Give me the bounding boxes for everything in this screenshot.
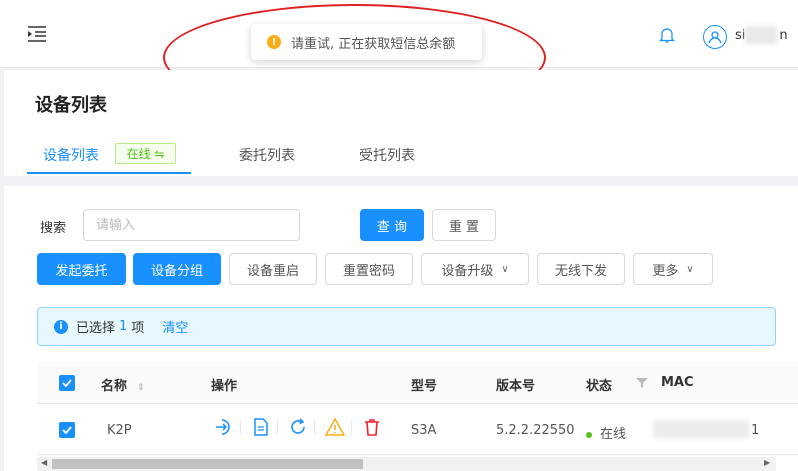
chevron-down-icon: ∨ <box>686 263 694 275</box>
username-prefix: si <box>735 28 746 43</box>
selection-prefix: 已选择 <box>76 321 116 336</box>
divider <box>240 420 241 434</box>
login-icon[interactable] <box>214 417 234 437</box>
warning-icon: ! <box>267 35 281 49</box>
selection-alert: i 已选择 1 项 清空 <box>37 307 776 346</box>
divider <box>277 420 278 434</box>
toast-message: 请重试, 正在获取短信总余额 <box>291 36 456 52</box>
upgrade-label: 设备升级 <box>441 263 494 279</box>
status-dot <box>586 431 592 438</box>
scroll-left-icon[interactable]: ◀ <box>41 458 47 467</box>
warning-toast: ! 请重试, 正在获取短信总余额 <box>251 24 482 60</box>
username-suffix: n <box>779 28 788 43</box>
delete-icon[interactable] <box>362 417 382 437</box>
cell-status: 在线 <box>586 423 626 442</box>
column-header-ops: 操作 <box>211 379 238 394</box>
more-label: 更多 <box>652 263 679 279</box>
page-title: 设备列表 <box>35 95 107 116</box>
user-avatar-icon[interactable] <box>703 25 727 49</box>
clear-selection-link[interactable]: 清空 <box>162 317 188 336</box>
cell-mac: 1 <box>751 423 760 438</box>
warning-triangle-icon[interactable] <box>324 417 346 437</box>
column-header-status: 状态 <box>586 379 613 394</box>
cell-name: K2P <box>107 423 132 438</box>
chevron-down-icon: ∨ <box>501 263 509 275</box>
column-header-name[interactable]: 名称 ⇕ <box>101 375 145 394</box>
more-dropdown[interactable]: 更多 ∨ <box>633 253 713 285</box>
column-header-version: 版本号 <box>496 379 536 394</box>
tab-delegate-list[interactable]: 委托列表 <box>239 145 295 165</box>
tab-device-list[interactable]: 设备列表 <box>43 145 99 165</box>
scroll-right-icon[interactable]: ▶ <box>764 458 770 467</box>
tab-active-indicator <box>27 172 191 174</box>
status-label: 在线 <box>600 427 627 442</box>
delegate-button[interactable]: 发起委托 <box>37 253 126 285</box>
scrollbar-thumb[interactable] <box>52 459 363 469</box>
row-checkbox[interactable] <box>59 422 75 438</box>
search-input[interactable] <box>83 209 300 241</box>
cell-version: 5.2.2.22550 <box>496 423 575 438</box>
reset-button[interactable]: 重 置 <box>432 209 496 241</box>
cell-model: S3A <box>411 423 437 438</box>
redaction-blur <box>653 420 749 438</box>
group-button[interactable]: 设备分组 <box>133 253 221 285</box>
reboot-button[interactable]: 设备重启 <box>229 253 317 285</box>
selection-suffix: 项 <box>131 321 145 336</box>
column-header-model: 型号 <box>411 379 438 394</box>
select-all-checkbox[interactable] <box>59 375 75 391</box>
online-badge[interactable]: 在线 ⇋ <box>115 143 176 164</box>
divider <box>351 420 352 434</box>
upgrade-dropdown[interactable]: 设备升级 ∨ <box>421 253 529 285</box>
selection-count: 1 <box>119 319 128 334</box>
reset-password-button[interactable]: 重置密码 <box>325 253 413 285</box>
sort-icon[interactable]: ⇕ <box>137 383 145 393</box>
redaction-blur <box>745 26 777 44</box>
refresh-icon[interactable] <box>288 417 308 437</box>
menu-fold-icon[interactable] <box>27 25 47 43</box>
divider <box>314 420 315 434</box>
info-icon: i <box>54 319 68 334</box>
wireless-button[interactable]: 无线下发 <box>537 253 625 285</box>
filter-icon[interactable] <box>636 377 648 392</box>
query-button[interactable]: 查 询 <box>360 209 424 241</box>
bell-icon[interactable] <box>658 26 676 44</box>
search-label: 搜索 <box>40 221 67 236</box>
name-header-label: 名称 <box>101 379 128 394</box>
column-header-mac: MAC <box>661 375 694 390</box>
file-icon[interactable] <box>251 417 271 437</box>
tab-entrusted-list[interactable]: 受托列表 <box>359 145 415 165</box>
